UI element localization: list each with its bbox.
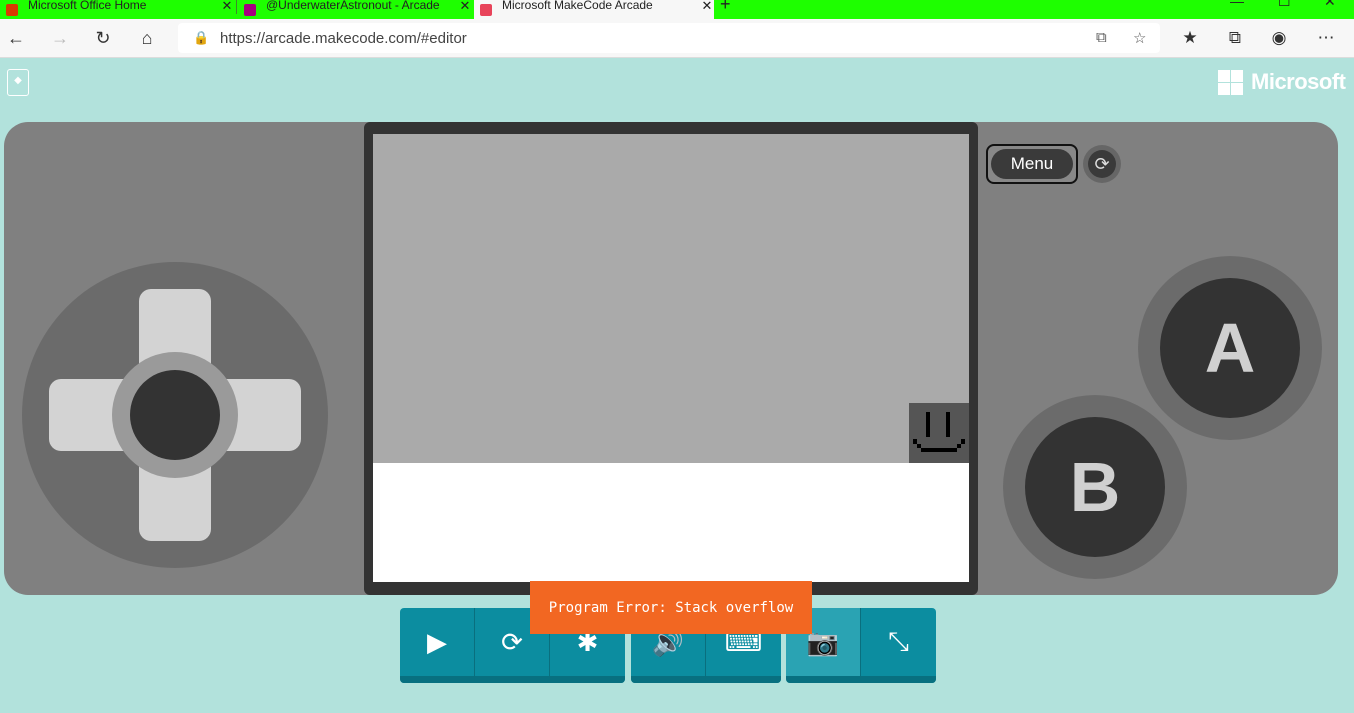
address-bar: ← → ↻ ⌂ 🔒 https://arcade.makecode.com/#e… xyxy=(0,19,1354,58)
minimize-icon[interactable]: — xyxy=(1230,0,1244,9)
tab-separator xyxy=(236,0,237,14)
maximize-icon[interactable]: ☐ xyxy=(1278,0,1291,10)
tab-makecode-arcade[interactable]: Microsoft MakeCode Arcade ✕ xyxy=(474,0,714,19)
microsoft-grid-icon xyxy=(1218,69,1243,95)
collections-icon[interactable]: ⧉ xyxy=(1224,28,1246,48)
tab-office-home[interactable]: Microsoft Office Home ✕ xyxy=(0,0,234,19)
arcade-icon xyxy=(244,3,256,16)
error-toast: Program Error: Stack overflow xyxy=(530,581,812,634)
close-icon[interactable]: ✕ xyxy=(700,0,714,14)
tab-arcade-profile[interactable]: @UnderwaterAstronout - Arcade ✕ xyxy=(238,0,472,19)
refresh-icon: ⟳ xyxy=(1088,150,1116,178)
play-button[interactable]: ▶ xyxy=(400,608,475,683)
makecode-logo-icon[interactable]: ◆ xyxy=(7,69,29,96)
window-close-icon[interactable]: ✕ xyxy=(1324,0,1336,10)
tab-strip: Microsoft Office Home ✕ @UnderwaterAstro… xyxy=(0,0,1354,19)
play-icon: ▶ xyxy=(427,626,447,657)
forward-icon[interactable]: → xyxy=(49,28,71,49)
profile-avatar-icon[interactable]: ◉ xyxy=(1268,28,1290,48)
url-field[interactable]: 🔒 https://arcade.makecode.com/#editor ⧉ … xyxy=(178,23,1160,53)
player-sprite xyxy=(909,403,969,463)
microsoft-brand-text: Microsoft xyxy=(1251,69,1346,94)
exit-fullscreen-button[interactable]: ⤡ xyxy=(861,608,936,683)
back-icon[interactable]: ← xyxy=(5,28,27,49)
reload-icon[interactable]: ↻ xyxy=(92,28,114,49)
home-icon[interactable]: ⌂ xyxy=(136,28,158,49)
smiley-sprite-icon xyxy=(913,412,965,452)
button-a[interactable]: A xyxy=(1160,278,1300,418)
office-icon xyxy=(6,3,18,16)
button-b[interactable]: B xyxy=(1025,417,1165,557)
game-background xyxy=(373,134,969,463)
dpad-center[interactable] xyxy=(130,370,220,460)
more-options-icon[interactable]: ⋯ xyxy=(1315,28,1337,48)
menu-button[interactable]: Menu xyxy=(986,144,1078,184)
favorites-icon[interactable]: ★ xyxy=(1179,28,1201,48)
tab-label: @UnderwaterAstronout - Arcade xyxy=(266,0,440,12)
url-text: https://arcade.makecode.com/#editor xyxy=(220,30,467,47)
restart-icon: ⟳ xyxy=(501,626,523,657)
tab-label: Microsoft Office Home xyxy=(28,0,147,12)
makecode-icon xyxy=(480,3,492,16)
lock-icon: 🔒 xyxy=(193,30,210,45)
open-in-app-icon[interactable]: ⧉ xyxy=(1096,29,1107,46)
close-icon[interactable]: ✕ xyxy=(220,0,234,14)
close-icon[interactable]: ✕ xyxy=(458,0,472,14)
favorite-star-icon[interactable]: ☆ xyxy=(1133,29,1146,47)
exit-fullscreen-icon: ⤡ xyxy=(888,626,909,656)
menu-label: Menu xyxy=(991,149,1073,179)
microsoft-logo[interactable]: Microsoft xyxy=(1218,69,1346,95)
tab-label: Microsoft MakeCode Arcade xyxy=(502,0,653,12)
restart-game-button[interactable]: ⟳ xyxy=(1083,145,1121,183)
new-tab-icon[interactable]: + xyxy=(720,0,731,15)
game-screen[interactable] xyxy=(373,134,969,582)
